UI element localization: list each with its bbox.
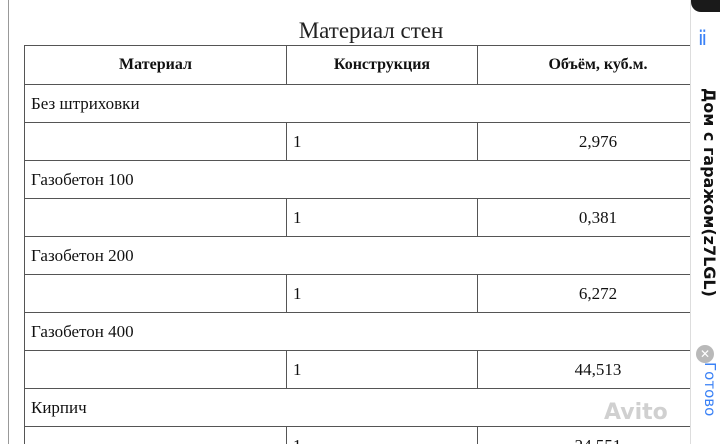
material-name: Газобетон 100 <box>24 160 690 199</box>
volume-cell: 24,551 <box>477 426 690 444</box>
file-title: Дом с гаражом(z7LGL) <box>700 88 719 297</box>
table-row: 1 44,513 <box>24 350 690 389</box>
table-row: 1 2,976 <box>24 122 690 161</box>
material-name: Без штриховки <box>24 84 690 123</box>
document-view: Материал стен Материал Конструкция Объём… <box>0 0 690 444</box>
group-row: Газобетон 200 <box>24 236 690 275</box>
table-row: 1 0,381 <box>24 198 690 237</box>
material-name: Кирпич <box>24 388 690 427</box>
close-icon[interactable]: ✕ <box>696 345 714 363</box>
sidebar-top-bar <box>691 0 720 12</box>
group-row: Газобетон 100 <box>24 160 690 199</box>
volume-cell: 44,513 <box>477 350 690 389</box>
empty-cell <box>24 350 287 389</box>
pause-icon[interactable]: ii <box>698 26 707 50</box>
volume-cell: 6,272 <box>477 274 690 313</box>
construction-cell: 1 <box>286 122 478 161</box>
avito-watermark: Avito <box>604 400 668 425</box>
viewer-sidebar: ii Дом с гаражом(z7LGL) ✕ Готово <box>690 0 720 444</box>
table-row: 1 6,272 <box>24 274 690 313</box>
group-row: Газобетон 400 <box>24 312 690 351</box>
empty-cell <box>24 274 287 313</box>
volume-cell: 0,381 <box>477 198 690 237</box>
material-name: Газобетон 400 <box>24 312 690 351</box>
column-header-material: Материал <box>24 45 287 85</box>
done-button[interactable]: Готово <box>695 362 719 444</box>
material-name: Газобетон 200 <box>24 236 690 275</box>
column-header-construction: Конструкция <box>286 45 478 85</box>
group-row: Без штриховки <box>24 84 690 123</box>
construction-cell: 1 <box>286 274 478 313</box>
table-row: 1 24,551 <box>24 426 690 444</box>
page-title: Материал стен <box>298 18 444 43</box>
construction-cell: 1 <box>286 198 478 237</box>
page-border <box>8 0 9 444</box>
volume-cell: 2,976 <box>477 122 690 161</box>
group-row: Кирпич <box>24 388 690 427</box>
empty-cell <box>24 198 287 237</box>
table-header-row: Материал Конструкция Объём, куб.м. <box>24 45 690 85</box>
construction-cell: 1 <box>286 350 478 389</box>
column-header-volume: Объём, куб.м. <box>477 45 690 85</box>
construction-cell: 1 <box>286 426 478 444</box>
empty-cell <box>24 426 287 444</box>
materials-table: Материал Конструкция Объём, куб.м. Без ш… <box>24 45 690 444</box>
empty-cell <box>24 122 287 161</box>
